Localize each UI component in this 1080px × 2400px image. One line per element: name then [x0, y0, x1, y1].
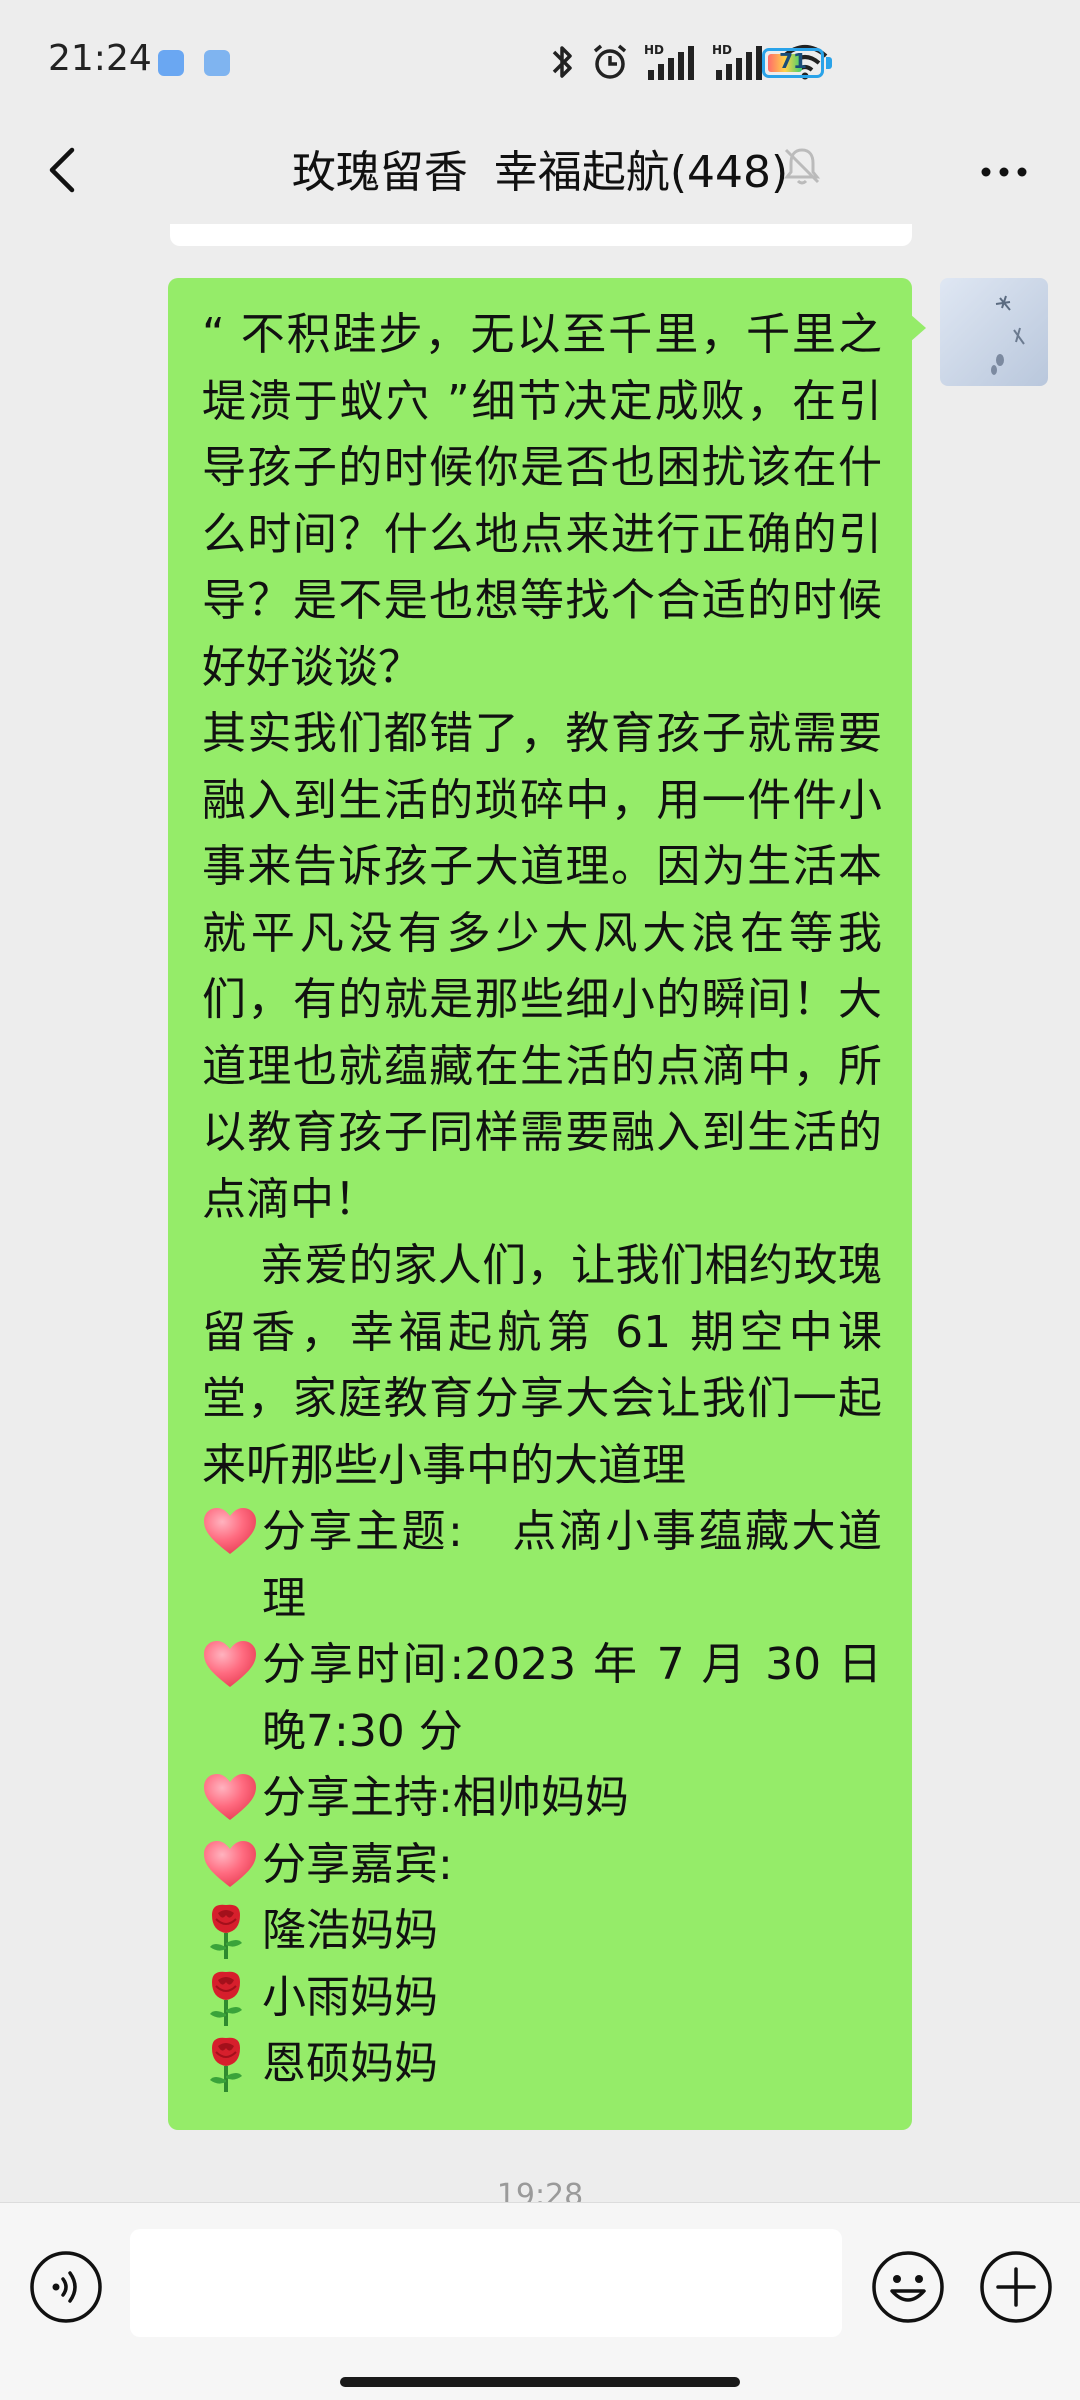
- chat-title: 玫瑰留香 幸福起航(448): [0, 136, 1080, 200]
- avatar[interactable]: [940, 278, 1048, 386]
- message-paragraph-3: 亲爱的家人们，让我们相约玫瑰留香，幸福起航第 61 期空中课堂，家庭教育分享大会…: [202, 1240, 882, 1491]
- alarm-icon: [593, 44, 627, 79]
- share-time-item: 分享时间:2023 年 7 月 30 日晚7:30 分: [202, 1632, 882, 1765]
- shield-app-icon: [158, 50, 184, 76]
- home-indicator[interactable]: [340, 2377, 740, 2387]
- guest-name-1: 隆浩妈妈: [262, 1905, 438, 1956]
- chat-area[interactable]: “ 不积跬步，无以至千里，千里之堤溃于蚁穴 ”细节决定成败，在引导孩子的时候你是…: [0, 224, 1080, 2202]
- guest-name-3: 恩硕妈妈: [262, 2038, 438, 2089]
- status-bar: 21:24 HD HD 71: [0, 0, 1080, 120]
- guest-item: 小雨妈妈: [202, 1965, 882, 2032]
- share-host-text: 分享主持:相帅妈妈: [262, 1772, 629, 1823]
- voice-icon[interactable]: [28, 2249, 104, 2325]
- svg-text:HD: HD: [712, 43, 732, 57]
- message-paragraph-2: 其实我们都错了，教育孩子就需要融入到生活的琐碎中，用一件件小事来告诉孩子大道理。…: [202, 708, 882, 1225]
- mute-icon: [783, 148, 821, 185]
- more-icon[interactable]: [974, 142, 1034, 202]
- avatar-snow-image: [940, 278, 1048, 386]
- rose-icon: [202, 1965, 262, 2031]
- battery-level: 71: [779, 49, 807, 73]
- bubble-tail: [910, 314, 926, 342]
- emoji-icon[interactable]: [870, 2249, 946, 2325]
- share-theme-text: 分享主题: 点滴小事蕴藏大道理: [262, 1506, 882, 1624]
- message-input[interactable]: [130, 2229, 842, 2337]
- chat-header: 玫瑰留香 幸福起航(448): [0, 120, 1080, 224]
- share-guests-item: 分享嘉宾:: [202, 1832, 882, 1899]
- guest-name-2: 小雨妈妈: [262, 1971, 438, 2023]
- signal-hd-icon-2: HD: [712, 43, 762, 80]
- message-timestamp: 19:28: [496, 2178, 584, 2202]
- heart-icon: [202, 1499, 262, 1565]
- heart-icon: [202, 1832, 262, 1898]
- heart-icon: [202, 1765, 262, 1831]
- heart-icon: [202, 1632, 262, 1698]
- share-theme-item: 分享主题: 点滴小事蕴藏大道理: [202, 1499, 882, 1632]
- guest-item: 隆浩妈妈: [202, 1898, 882, 1965]
- message-bubble[interactable]: “ 不积跬步，无以至千里，千里之堤溃于蚁穴 ”细节决定成败，在引导孩子的时候你是…: [168, 278, 912, 2130]
- plus-icon[interactable]: [978, 2249, 1054, 2325]
- share-guests-label: 分享嘉宾:: [262, 1838, 453, 1890]
- input-bar: [0, 2202, 1080, 2400]
- bluetooth-icon: [552, 46, 572, 78]
- signal-hd-icon: HD: [644, 43, 694, 80]
- svg-text:HD: HD: [644, 43, 664, 57]
- share-time-text: 分享时间:2023 年 7 月 30 日晚7:30 分: [262, 1639, 882, 1757]
- share-host-item: 分享主持:相帅妈妈: [202, 1765, 882, 1832]
- qq-app-icon: [204, 50, 230, 76]
- chat-title-count: 幸福起航(448): [493, 147, 789, 198]
- battery-icon: 71: [762, 48, 824, 78]
- message-paragraph-1: “ 不积跬步，无以至千里，千里之堤溃于蚁穴 ”细节决定成败，在引导孩子的时候你是…: [202, 309, 882, 693]
- previous-message-card[interactable]: [170, 224, 912, 246]
- status-time: 21:24: [48, 38, 152, 79]
- rose-icon: [202, 2031, 262, 2097]
- rose-icon: [202, 1898, 262, 1964]
- battery-cap: [826, 57, 832, 69]
- chat-title-name: 玫瑰留香: [291, 147, 468, 198]
- screen: 21:24 HD HD 71 玫瑰留香 幸福起航(448) “ 不积跬步，无以至…: [0, 0, 1080, 2400]
- guest-item: 恩硕妈妈: [202, 2031, 882, 2098]
